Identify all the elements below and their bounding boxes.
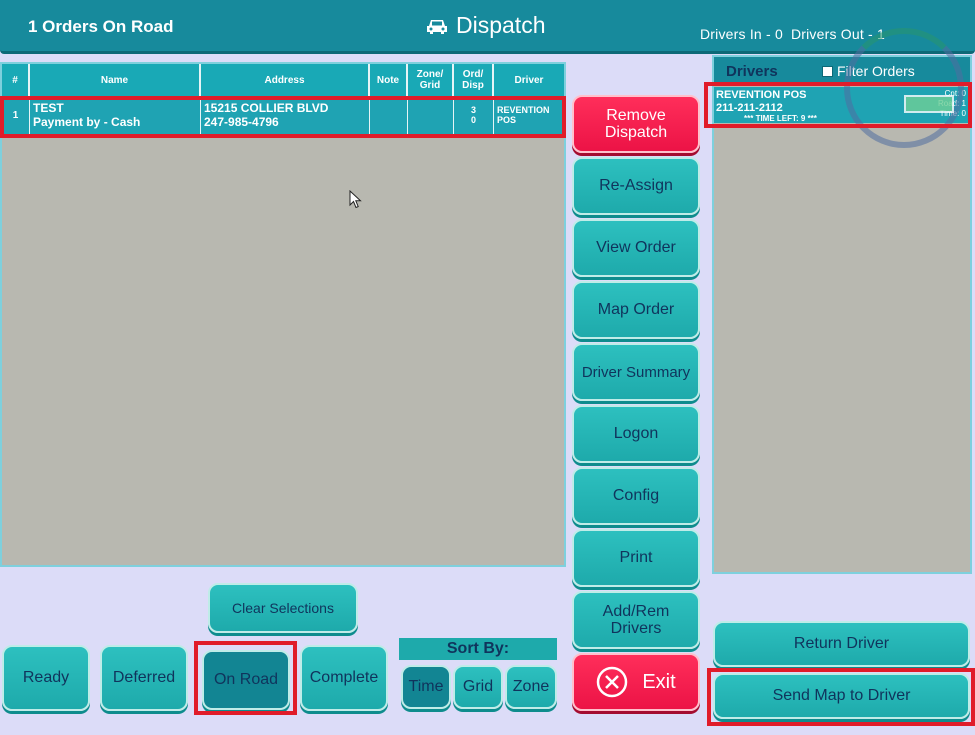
col-header-number[interactable]: # [2,64,30,96]
exit-button[interactable]: Exit [572,653,700,711]
sort-zone-button[interactable]: Zone [505,665,557,709]
driver-summary-button[interactable]: Driver Summary [572,343,700,401]
sort-time-button[interactable]: Time [401,665,451,709]
order-row-highlight [0,96,566,138]
clear-selections-button[interactable]: Clear Selections [208,583,358,633]
header-bar: 1 Orders On Road Dispatch Drivers In - 0… [0,0,975,54]
add-rem-drivers-button[interactable]: Add/Rem Drivers [572,591,700,649]
return-driver-button[interactable]: Return Driver [713,621,970,667]
drivers-title: Drivers [726,63,778,80]
title-text: Dispatch [456,12,546,38]
col-header-name[interactable]: Name [30,64,201,96]
deferred-button[interactable]: Deferred [100,645,188,711]
sort-grid-button[interactable]: Grid [453,665,503,709]
sort-by-label: Sort By: [399,638,557,660]
reassign-button[interactable]: Re-Assign [572,157,700,215]
col-header-zone-grid[interactable]: Zone/ Grid [408,64,454,96]
col-header-driver[interactable]: Driver [494,64,564,96]
exit-label: Exit [642,670,676,693]
orders-on-road-count: 1 Orders On Road [28,17,174,36]
car-icon [427,19,447,34]
orders-table-header: # Name Address Note Zone/ Grid Ord/ Disp… [2,64,564,96]
logon-button[interactable]: Logon [572,405,700,463]
page-title: Dispatch [426,12,545,39]
driver-card-highlight [704,82,972,128]
drivers-in-count: Drivers In - 0 [700,26,783,42]
close-circle-icon [597,666,628,698]
config-button[interactable]: Config [572,467,700,525]
map-order-button[interactable]: Map Order [572,281,700,339]
col-header-note[interactable]: Note [370,64,408,96]
filter-orders-checkbox[interactable] [822,65,833,77]
col-header-address[interactable]: Address [201,64,370,96]
view-order-button[interactable]: View Order [572,219,700,277]
mouse-cursor-icon [349,190,362,209]
ready-button[interactable]: Ready [2,645,90,711]
remove-dispatch-button[interactable]: Remove Dispatch [572,95,700,153]
col-header-ord-disp[interactable]: Ord/ Disp [454,64,494,96]
complete-button[interactable]: Complete [300,645,388,711]
send-map-highlight [707,668,975,726]
drivers-status: Drivers In - 0 Drivers Out - 1 [700,26,893,42]
on-road-highlight [194,641,297,715]
print-button[interactable]: Print [572,529,700,587]
